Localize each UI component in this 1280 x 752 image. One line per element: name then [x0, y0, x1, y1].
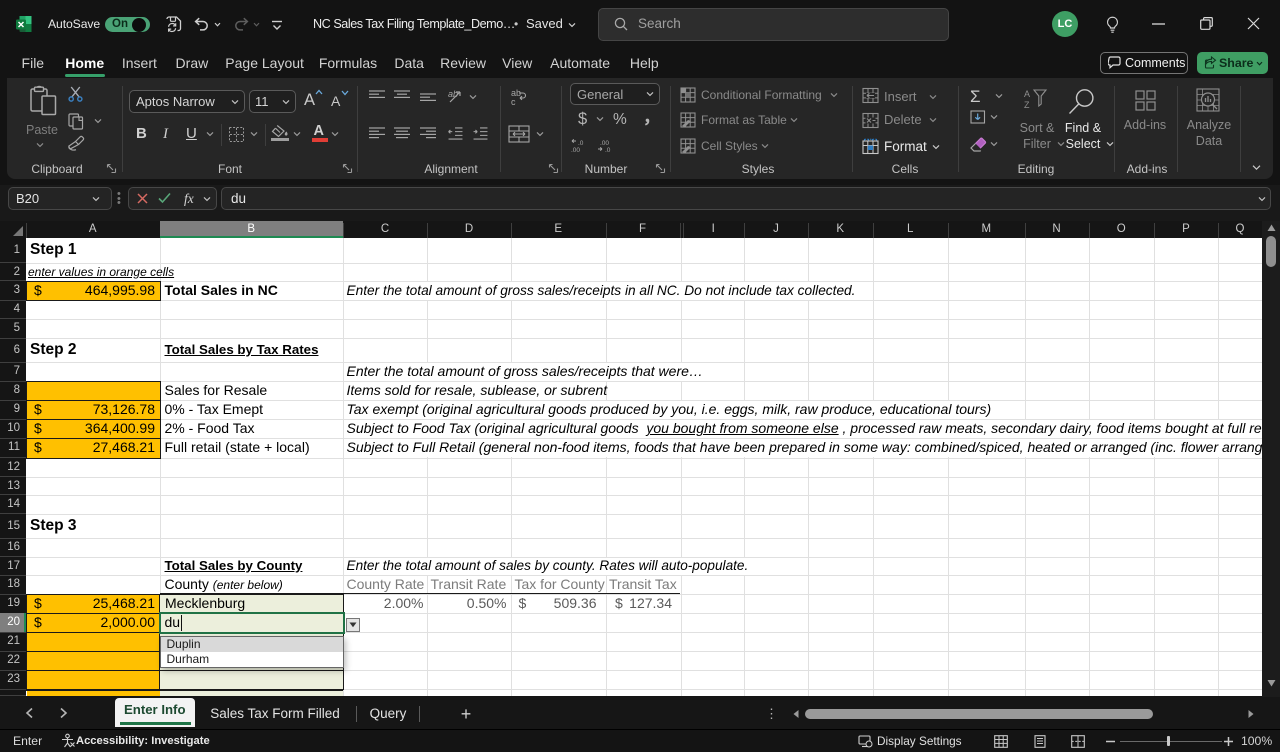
svg-text:.0: .0 [605, 147, 611, 152]
svg-text:A: A [1024, 89, 1030, 99]
svg-text:.00: .00 [571, 147, 580, 152]
svg-text:c: c [511, 97, 516, 106]
svg-text:ab: ab [448, 89, 458, 99]
svg-text:Z: Z [1024, 100, 1030, 110]
svg-text:.0: .0 [578, 140, 584, 147]
svg-text:.00: .00 [600, 140, 609, 147]
